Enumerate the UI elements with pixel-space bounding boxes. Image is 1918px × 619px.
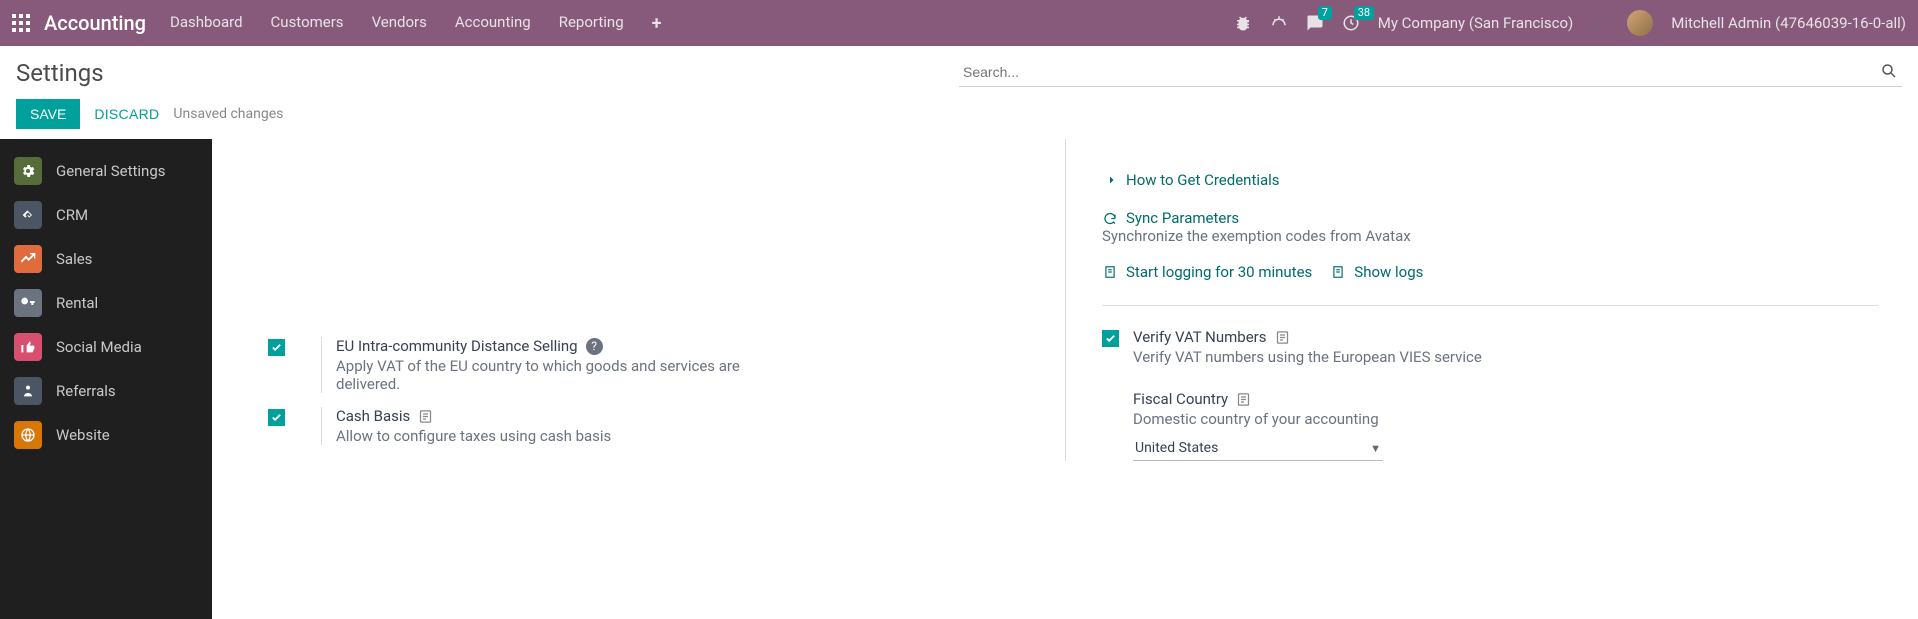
sidebar-item-label: Referrals	[56, 382, 116, 400]
top-nav: Dashboard Customers Vendors Accounting R…	[170, 13, 662, 34]
link-label: Start logging for 30 minutes	[1126, 263, 1312, 281]
support-icon[interactable]	[1270, 14, 1288, 32]
fiscal-country-select[interactable]: United States ▼	[1133, 436, 1383, 461]
checkbox-verify-vat[interactable]	[1102, 330, 1119, 347]
people-icon	[14, 377, 42, 405]
setting-desc: Domestic country of your accounting	[1133, 410, 1573, 428]
select-value: United States	[1135, 440, 1218, 456]
search-box	[959, 58, 1902, 87]
sidebar-item-label: Rental	[56, 294, 98, 312]
link-label: Show logs	[1354, 263, 1423, 281]
sidebar-item-social[interactable]: Social Media	[0, 325, 212, 369]
discard-button[interactable]: DISCARD	[94, 106, 159, 122]
messages-badge: 7	[1318, 6, 1332, 20]
setting-fiscal-country: Fiscal Country Domestic country of your …	[1102, 390, 1878, 461]
gear-icon	[14, 157, 42, 185]
chart-icon	[14, 245, 42, 273]
control-panel: Settings SAVE DISCARD Unsaved changes	[0, 46, 1918, 139]
username[interactable]: Mitchell Admin (47646039-16-0-all)	[1671, 14, 1906, 32]
brand[interactable]: Accounting	[44, 11, 146, 35]
sidebar-item-website[interactable]: Website	[0, 413, 212, 457]
link-credentials[interactable]: How to Get Credentials	[1102, 171, 1878, 189]
sidebar-item-sales[interactable]: Sales	[0, 237, 212, 281]
avatar[interactable]	[1627, 10, 1653, 36]
company-switcher[interactable]: My Company (San Francisco)	[1378, 14, 1573, 32]
setting-title: Verify VAT Numbers	[1133, 328, 1267, 346]
setting-title: Fiscal Country	[1133, 390, 1228, 408]
apps-icon[interactable]	[12, 14, 30, 32]
nav-reporting[interactable]: Reporting	[559, 13, 624, 34]
checkbox-eu-distance[interactable]	[268, 339, 285, 356]
link-sync-params[interactable]: Sync Parameters	[1102, 209, 1878, 227]
setting-title: EU Intra-community Distance Selling	[336, 337, 578, 355]
top-icons: 7 38 My Company (San Francisco) Mitchell…	[1234, 10, 1906, 36]
sidebar-item-label: CRM	[56, 206, 88, 224]
search-input[interactable]	[959, 58, 1902, 87]
settings-sidebar: General Settings CRM Sales Rental Social…	[0, 139, 212, 619]
thumbs-up-icon	[14, 333, 42, 361]
sidebar-item-crm[interactable]: CRM	[0, 193, 212, 237]
sidebar-item-referrals[interactable]: Referrals	[0, 369, 212, 413]
link-start-logging[interactable]: Start logging for 30 minutes	[1102, 263, 1312, 281]
activities-icon[interactable]: 38	[1342, 14, 1360, 32]
page-title: Settings	[16, 59, 959, 87]
checkbox-cash-basis[interactable]	[268, 409, 285, 426]
setting-desc: Allow to configure taxes using cash basi…	[336, 427, 776, 445]
settings-form: EU Intra-community Distance Selling ? Ap…	[212, 139, 1918, 619]
sidebar-item-label: Social Media	[56, 338, 142, 356]
help-icon[interactable]: ?	[586, 338, 603, 355]
doc-icon[interactable]	[418, 409, 433, 424]
setting-cash-basis: Cash Basis Allow to configure taxes usin…	[268, 407, 1029, 445]
setting-verify-vat: Verify VAT Numbers Verify VAT numbers us…	[1102, 328, 1878, 366]
setting-desc: Apply VAT of the EU country to which goo…	[336, 357, 776, 393]
setting-eu-distance-selling: EU Intra-community Distance Selling ? Ap…	[268, 337, 1029, 393]
link-label: How to Get Credentials	[1126, 171, 1280, 189]
setting-desc: Verify VAT numbers using the European VI…	[1133, 348, 1573, 366]
doc-icon[interactable]	[1275, 330, 1290, 345]
chevron-down-icon: ▼	[1370, 442, 1381, 455]
link-label: Sync Parameters	[1126, 209, 1239, 227]
link-show-logs[interactable]: Show logs	[1330, 263, 1423, 281]
unsaved-indicator: Unsaved changes	[173, 106, 283, 122]
settings-gear-icon[interactable]	[1591, 14, 1609, 32]
messages-icon[interactable]: 7	[1306, 14, 1324, 32]
sync-desc: Synchronize the exemption codes from Ava…	[1102, 227, 1878, 245]
search-icon[interactable]	[1880, 62, 1898, 84]
handshake-icon	[14, 201, 42, 229]
nav-vendors[interactable]: Vendors	[372, 13, 427, 34]
nav-customers[interactable]: Customers	[271, 13, 344, 34]
nav-dashboard[interactable]: Dashboard	[170, 13, 243, 34]
debug-icon[interactable]	[1234, 14, 1252, 32]
sidebar-item-label: General Settings	[56, 162, 166, 180]
activities-badge: 38	[1354, 6, 1374, 20]
setting-title: Cash Basis	[336, 407, 410, 425]
sidebar-item-rental[interactable]: Rental	[0, 281, 212, 325]
globe-icon	[14, 421, 42, 449]
sidebar-item-general[interactable]: General Settings	[0, 149, 212, 193]
doc-icon[interactable]	[1236, 392, 1251, 407]
key-icon	[14, 289, 42, 317]
save-button[interactable]: SAVE	[16, 99, 80, 129]
sidebar-item-label: Sales	[56, 250, 92, 268]
topbar: Accounting Dashboard Customers Vendors A…	[0, 0, 1918, 46]
nav-add[interactable]: +	[652, 13, 662, 34]
sidebar-item-label: Website	[56, 426, 110, 444]
nav-accounting[interactable]: Accounting	[455, 13, 531, 34]
